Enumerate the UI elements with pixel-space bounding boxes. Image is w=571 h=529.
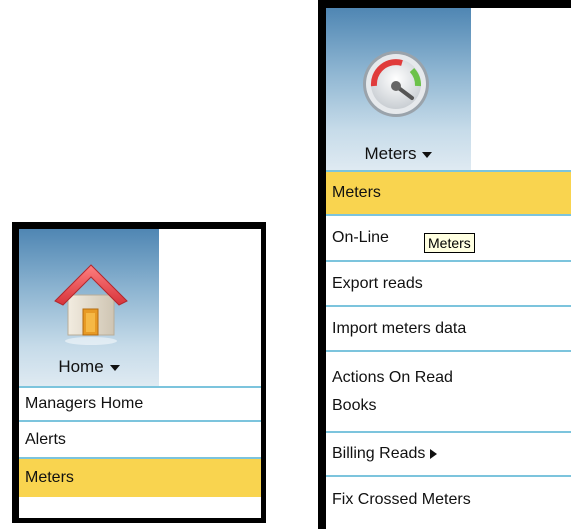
home-menu-content: Home Managers Home Alerts Meters <box>19 229 261 518</box>
menu-item-label: Fix Crossed Meters <box>332 490 471 508</box>
meters-menu-title[interactable]: Meters <box>326 144 471 164</box>
meters-menu-content: Meters Meters On-Line Export reads Impor… <box>326 8 571 529</box>
home-menu-panel: Home Managers Home Alerts Meters <box>12 222 266 523</box>
home-dropdown-menu: Managers Home Alerts Meters <box>19 386 261 497</box>
meters-menu-panel: Meters Meters On-Line Export reads Impor… <box>318 0 571 529</box>
menu-item-import-meters-data[interactable]: Import meters data <box>326 305 571 350</box>
chevron-right-icon <box>430 449 438 459</box>
meters-dropdown-menu: Meters On-Line Export reads Import meter… <box>326 170 571 522</box>
menu-item-export-reads[interactable]: Export reads <box>326 260 571 305</box>
chevron-down-icon <box>109 364 120 371</box>
meters-menu-label: Meters <box>364 144 417 163</box>
tooltip: Meters <box>424 233 475 253</box>
menu-item-meters[interactable]: Meters <box>19 457 261 497</box>
home-menu-header[interactable]: Home <box>19 229 159 386</box>
menu-item-label: Managers Home <box>25 395 144 412</box>
menu-item-fix-crossed-meters[interactable]: Fix Crossed Meters <box>326 475 571 522</box>
menu-item-alerts[interactable]: Alerts <box>19 420 261 457</box>
home-menu-title[interactable]: Home <box>19 357 159 377</box>
menu-item-label: Billing Reads <box>332 445 426 462</box>
gauge-icon <box>363 51 429 117</box>
menu-item-label: Meters <box>25 469 74 486</box>
menu-item-label-line2: Books <box>332 397 377 414</box>
menu-item-label: Export reads <box>332 274 423 292</box>
home-icon <box>54 264 128 345</box>
menu-item-label: Actions On Read <box>332 369 453 386</box>
menu-item-actions-on-read-books[interactable]: Actions On Read Books <box>326 350 571 431</box>
chevron-down-icon <box>422 151 433 158</box>
menu-item-meters[interactable]: Meters <box>326 170 571 214</box>
menu-item-label: On-Line <box>332 229 389 246</box>
menu-item-label: Import meters data <box>332 319 467 337</box>
menu-item-label: Alerts <box>25 430 66 448</box>
home-menu-label: Home <box>58 357 104 376</box>
menu-item-managers-home[interactable]: Managers Home <box>19 386 261 420</box>
menu-item-billing-reads[interactable]: Billing Reads <box>326 431 571 475</box>
meters-menu-header[interactable]: Meters <box>326 8 471 170</box>
menu-item-label: Meters <box>332 184 381 201</box>
